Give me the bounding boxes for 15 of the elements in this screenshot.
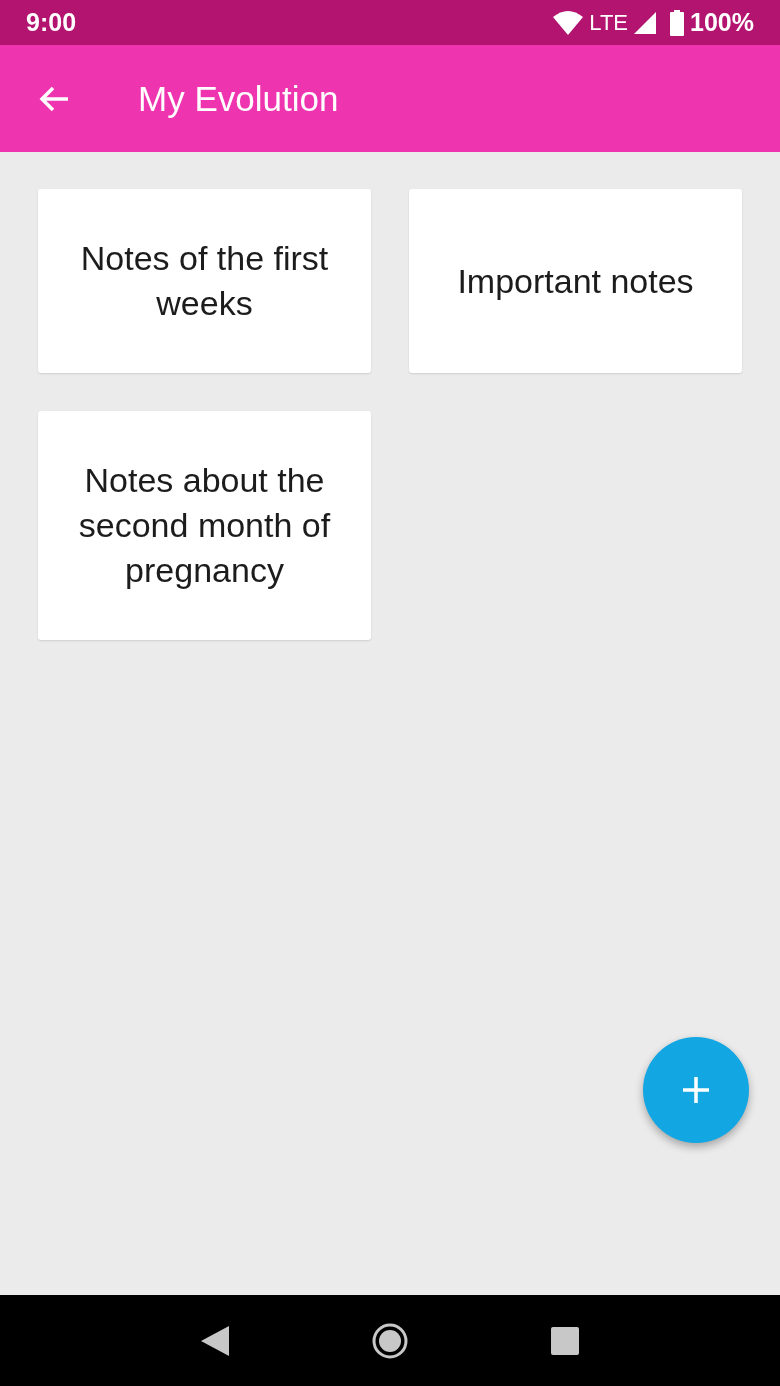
note-card[interactable]: Notes of the first weeks: [38, 189, 371, 373]
recents-icon[interactable]: [550, 1326, 579, 1355]
note-card[interactable]: Notes about the second month of pregnancy: [38, 411, 371, 640]
clock: 9:00: [26, 8, 77, 37]
screen-title: My Evolution: [138, 78, 339, 119]
network-type: LTE: [589, 9, 629, 36]
home-icon[interactable]: [372, 1322, 408, 1359]
back-arrow-icon[interactable]: [38, 84, 70, 113]
note-card[interactable]: Important notes: [409, 189, 742, 373]
battery-icon: [670, 9, 685, 36]
back-icon[interactable]: [201, 1325, 230, 1356]
battery-level: 100%: [690, 8, 754, 37]
signal-icon: [634, 11, 657, 34]
plus-icon: [681, 1075, 711, 1105]
wifi-icon: [553, 10, 584, 35]
